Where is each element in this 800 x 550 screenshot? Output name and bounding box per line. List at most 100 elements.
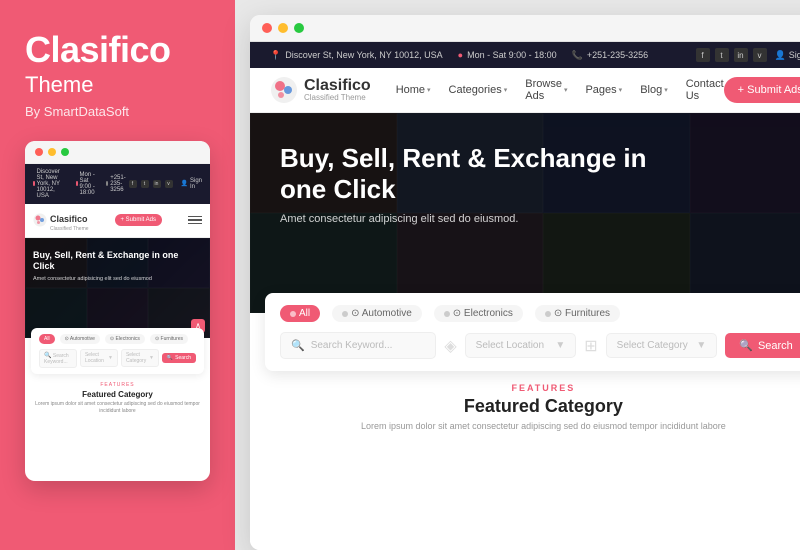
search-tab-all[interactable]: All (280, 305, 320, 322)
mini-tab-auto[interactable]: ⊙ Automotive (60, 334, 100, 344)
mini-keyword-input[interactable]: 🔍 Search Keyword... (39, 349, 77, 368)
mini-social: f t in v (129, 178, 173, 190)
main-phone: 📞 +251-235-3256 (572, 50, 649, 61)
social-icons: f t in v (696, 48, 767, 62)
search-tab-electronics[interactable]: ⊙ Electronics (434, 305, 523, 322)
nav-categories[interactable]: Categories ▾ (449, 84, 508, 96)
chevron-down-icon: ▾ (619, 86, 623, 94)
mini-tab-furn[interactable]: ⊙ Furnitures (150, 334, 188, 344)
mini-topbar: Discover St, New York, NY 10012, USA Mon… (25, 164, 210, 204)
search-button[interactable]: 🔍 Search (725, 333, 800, 358)
mini-features: FEATURES Featured Category Lorem ipsum d… (25, 374, 210, 423)
signin-link[interactable]: 👤 Sign In (775, 50, 800, 61)
mini-search-row: 🔍 Search Keyword... Select Location ▼ Se… (39, 349, 196, 368)
mini-submit-btn[interactable]: + Submit Ads (115, 214, 163, 226)
clock-icon: ● (458, 50, 463, 60)
chevron-down-icon: ▾ (504, 86, 508, 94)
nav-browse-ads[interactable]: Browse Ads ▾ (525, 78, 567, 102)
mini-vimeo-icon[interactable]: v (165, 180, 173, 188)
mini-category-select[interactable]: Select Category ▼ (121, 349, 159, 367)
chevron-down-icon: ▾ (564, 86, 568, 94)
hero-sub: Amet consectetur adipiscing elit sed do … (280, 213, 800, 225)
user-icon: 👤 (775, 50, 786, 61)
main-nav: Clasifico Classified Theme Home ▾ Catego… (250, 68, 800, 113)
mini-phone: +251-235-3256 (106, 169, 129, 199)
mini-features-label: FEATURES (33, 382, 202, 388)
brand-by: By SmartDataSoft (25, 104, 210, 119)
search-tab-automotive[interactable]: ⊙ Automotive (332, 305, 422, 322)
mini-tab-elec[interactable]: ⊙ Electronics (105, 334, 145, 344)
phone-icon: 📞 (572, 50, 583, 61)
nav-pages[interactable]: Pages ▾ (585, 84, 622, 96)
mini-dot-yellow[interactable] (48, 148, 56, 156)
brand-name: Clasifico (25, 30, 210, 70)
mini-browser-bar (25, 141, 210, 164)
mini-pin-icon (33, 181, 35, 186)
search-keyword-field[interactable]: 🔍 Search Keyword... (280, 332, 436, 359)
main-dot-green[interactable] (294, 23, 304, 33)
search-keyword-placeholder: Search Keyword... (311, 340, 393, 351)
main-logo: Clasifico Classified Theme (270, 76, 371, 104)
nav-blog[interactable]: Blog ▾ (640, 84, 668, 96)
category-placeholder: Select Category (617, 340, 688, 351)
search-row: 🔍 Search Keyword... ◈ Select Location ▼ … (280, 332, 800, 359)
main-hero: Buy, Sell, Rent & Exchange in one Click … (250, 113, 800, 313)
linkedin-icon[interactable]: in (734, 48, 748, 62)
mini-features-title: Featured Category (33, 390, 202, 399)
mini-topbar-right: f t in v 👤Sign In (129, 178, 203, 190)
mini-features-text: Lorem ipsum dolor sit amet consectetur a… (33, 401, 202, 415)
mini-twitter-icon[interactable]: t (141, 180, 149, 188)
tab-dot (444, 311, 450, 317)
mini-signin[interactable]: 👤Sign In (181, 178, 203, 190)
mini-phone-icon (106, 181, 108, 186)
tab-dot (290, 311, 296, 317)
main-hours: ● Mon - Sat 9:00 - 18:00 (458, 50, 557, 60)
pin-icon: 📍 (270, 50, 281, 61)
mini-dot-green[interactable] (61, 148, 69, 156)
hero-content: Buy, Sell, Rent & Exchange in one Click … (250, 113, 800, 245)
mini-facebook-icon[interactable]: f (129, 180, 137, 188)
location-chevron-icon: ▼ (555, 340, 565, 351)
search-btn-icon: 🔍 (739, 339, 753, 352)
features-section: FEATURES Featured Category Lorem ipsum d… (250, 371, 800, 550)
submit-ads-button[interactable]: + Submit Ads (724, 77, 800, 103)
features-label: FEATURES (270, 383, 800, 393)
mini-linkedin-icon[interactable]: in (153, 180, 161, 188)
nav-home[interactable]: Home ▾ (396, 84, 431, 96)
twitter-icon[interactable]: t (715, 48, 729, 62)
category-chevron-icon: ▼ (696, 340, 706, 351)
mini-location-select[interactable]: Select Location ▼ (80, 349, 118, 367)
mini-hero-title: Buy, Sell, Rent & Exchange in one Click (33, 250, 202, 273)
main-browser-bar (250, 15, 800, 42)
category-divider-icon: ⊞ (584, 336, 597, 356)
nav-contact[interactable]: Contact Us (686, 78, 724, 102)
mini-clock-icon (76, 181, 78, 186)
vimeo-icon[interactable]: v (753, 48, 767, 62)
mini-browser: Discover St, New York, NY 10012, USA Mon… (25, 141, 210, 481)
mini-logo-icon (33, 213, 47, 227)
search-category-select[interactable]: Select Category ▼ (606, 333, 718, 358)
main-dot-red[interactable] (262, 23, 272, 33)
search-location-select[interactable]: Select Location ▼ (465, 333, 577, 358)
search-section: All ⊙ Automotive ⊙ Electronics ⊙ Furnitu… (265, 293, 800, 371)
mini-hero-content: Buy, Sell, Rent & Exchange in one Click … (25, 238, 210, 290)
search-tabs: All ⊙ Automotive ⊙ Electronics ⊙ Furnitu… (280, 305, 800, 322)
location-divider-icon: ◈ (444, 336, 456, 356)
main-topbar-left: 📍 Discover St, New York, NY 10012, USA ●… (270, 50, 648, 61)
mini-hours: Mon - Sat 9:00 - 18:00 (76, 169, 98, 199)
mini-topbar-left: Discover St, New York, NY 10012, USA Mon… (33, 169, 129, 199)
facebook-icon[interactable]: f (696, 48, 710, 62)
mini-address: Discover St, New York, NY 10012, USA (33, 169, 68, 199)
brand-subtitle: Theme (25, 72, 210, 98)
mini-tab-all[interactable]: All (39, 334, 55, 344)
main-topbar-right: f t in v 👤 Sign In (696, 48, 800, 62)
search-tab-furnitures[interactable]: ⊙ Furnitures (535, 305, 620, 322)
mini-search-area: All ⊙ Automotive ⊙ Electronics ⊙ Furnitu… (31, 328, 204, 374)
main-dot-yellow[interactable] (278, 23, 288, 33)
main-address: 📍 Discover St, New York, NY 10012, USA (270, 50, 443, 61)
mini-hamburger[interactable] (188, 216, 202, 225)
mini-dot-red[interactable] (35, 148, 43, 156)
mini-search-button[interactable]: 🔍Search (162, 353, 196, 363)
mini-hero-sub: Amet consectetur adipisicing elit sed do… (33, 276, 202, 282)
search-icon: 🔍 (291, 339, 305, 352)
